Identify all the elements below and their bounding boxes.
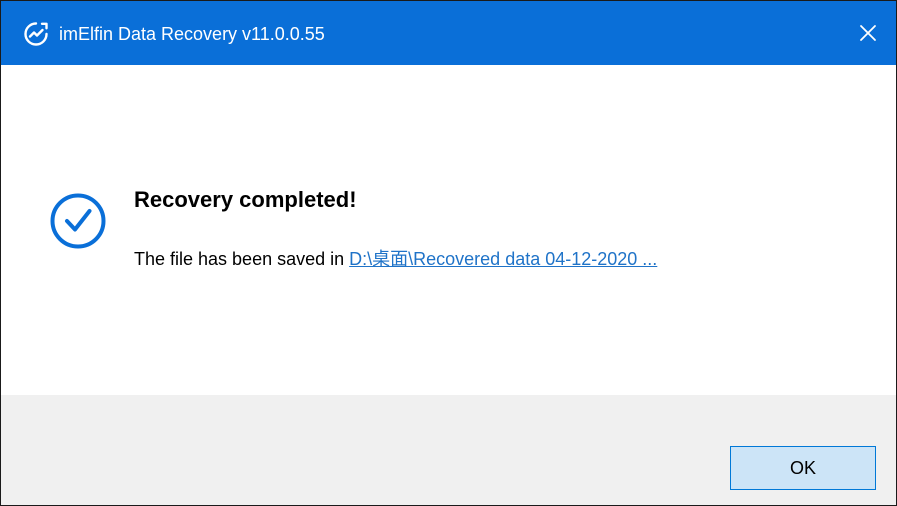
saved-message-prefix: The file has been saved in	[134, 249, 350, 269]
dialog-heading: Recovery completed!	[134, 187, 357, 212]
window-title: imElfin Data Recovery v11.0.0.55	[59, 24, 325, 44]
ok-button[interactable]: OK	[730, 446, 876, 490]
dialog-footer: OK	[1, 395, 896, 505]
saved-message: The file has been saved in D:\桌面\Recover…	[134, 245, 657, 271]
check-circle-icon	[50, 193, 106, 249]
saved-path-link[interactable]: D:\桌面\Recovered data 04-12-2020 ...	[349, 249, 657, 269]
recovery-complete-dialog: imElfin Data Recovery v11.0.0.55 Recover…	[0, 0, 897, 506]
dialog-body: Recovery completed! The file has been sa…	[1, 65, 896, 395]
refresh-chart-icon	[24, 22, 48, 46]
title-bar: imElfin Data Recovery v11.0.0.55	[1, 1, 896, 65]
close-button[interactable]	[840, 1, 896, 65]
close-icon	[860, 25, 876, 41]
